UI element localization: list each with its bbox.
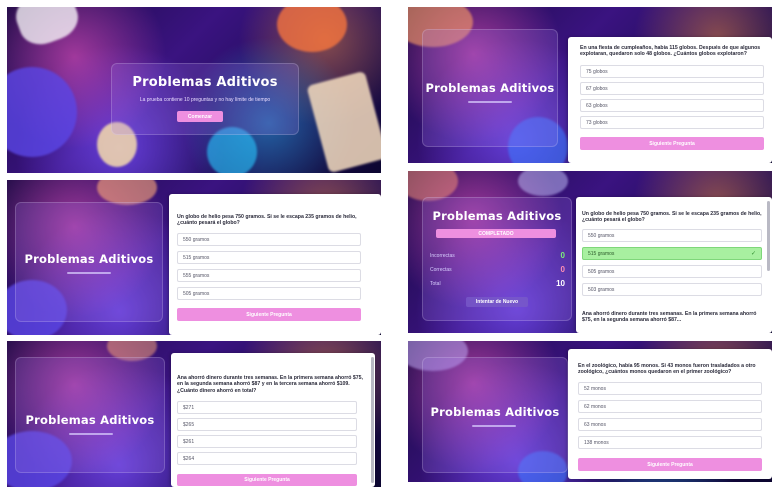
next-question-button[interactable]: Siguiente Pregunta	[177, 474, 357, 486]
start-button[interactable]: Comenzar	[177, 111, 223, 122]
next-question-preview: Ana ahorró dinero durante tres semanas. …	[582, 311, 757, 324]
answer-option[interactable]: 138 monos	[578, 436, 762, 449]
question-text: Un globo de helio pesa 750 gramos. Si se…	[582, 211, 762, 224]
answer-option[interactable]: 62 monos	[578, 400, 762, 413]
intro-subtitle: La prueba contiene 10 preguntas y no hay…	[139, 97, 271, 103]
answer-option[interactable]: 63 monos	[578, 418, 762, 431]
quiz-screen-birthday: Problemas Aditivos En una fiesta de cump…	[408, 7, 772, 163]
answer-option[interactable]: $271	[177, 401, 357, 414]
quiz-screen-result: Problemas Aditivos COMPLETADO Incorrecta…	[408, 171, 772, 333]
question-text: En el zoológico, había 95 monos. Si 43 m…	[578, 363, 756, 376]
answer-option[interactable]: 52 monos	[578, 382, 762, 395]
answer-option[interactable]: 505 gramos	[582, 265, 762, 278]
title-underline	[67, 272, 111, 274]
decor-blob	[518, 171, 568, 196]
answer-option[interactable]: 503 gramos	[582, 283, 762, 296]
stat-correct: Correctas 0	[430, 265, 565, 275]
answer-option[interactable]: 550 gramos	[177, 233, 361, 246]
retry-button[interactable]: Intentar de Nuevo	[466, 297, 528, 307]
decor-blob	[306, 70, 381, 173]
stat-label: Incorrectas	[430, 253, 455, 259]
option-label: 515 gramos	[588, 250, 615, 257]
stat-value: 0	[560, 265, 565, 274]
quiz-screen-zoo: Problemas Aditivos En el zoológico, habí…	[408, 341, 772, 482]
scrollbar[interactable]	[767, 201, 770, 271]
decor-blob	[277, 7, 347, 52]
title-underline	[472, 425, 516, 427]
quiz-screen-savings: Problemas Aditivos Ana ahorró dinero dur…	[7, 341, 381, 487]
page-title: Problemas Aditivos	[132, 75, 278, 90]
quiz-screen-balloon: Problemas Aditivos Un globo de helio pes…	[7, 180, 381, 335]
page-title: Problemas Aditivos	[430, 405, 560, 419]
stat-value: 0	[560, 251, 565, 260]
next-question-button[interactable]: Siguiente Pregunta	[580, 137, 764, 150]
title-underline	[468, 101, 512, 103]
answer-option[interactable]: $261	[177, 435, 357, 448]
question-text: En una fiesta de cumpleaños, había 115 g…	[580, 45, 761, 58]
page-title: Problemas Aditivos	[425, 81, 555, 95]
stat-label: Correctas	[430, 267, 452, 273]
page-title: Problemas Aditivos	[24, 252, 154, 266]
intro-screen: Problemas Aditivos La prueba contiene 10…	[7, 7, 381, 173]
page-title: Problemas Aditivos	[25, 413, 155, 427]
answer-option[interactable]: 75 globos	[580, 65, 764, 78]
stat-value: 10	[556, 279, 565, 288]
completed-badge: COMPLETADO	[436, 229, 556, 238]
check-icon: ✓	[750, 251, 756, 257]
answer-option-correct[interactable]: 515 gramos ✓	[582, 247, 762, 260]
answer-option[interactable]: 73 globos	[580, 116, 764, 129]
answer-option[interactable]: 555 gramos	[177, 269, 361, 282]
title-underline	[69, 433, 113, 435]
answer-option[interactable]: $264	[177, 452, 357, 465]
stat-label: Total	[430, 281, 441, 287]
answer-option[interactable]: $265	[177, 418, 357, 431]
answer-option[interactable]: 550 gramos	[582, 229, 762, 242]
stat-incorrect: Incorrectas 0	[430, 251, 565, 261]
question-text: Ana ahorró dinero durante tres semanas. …	[177, 375, 363, 394]
decor-blob	[7, 67, 77, 157]
answer-option[interactable]: 515 gramos	[177, 251, 361, 264]
scrollbar[interactable]	[371, 357, 374, 483]
answer-option[interactable]: 67 globos	[580, 82, 764, 95]
answer-option[interactable]: 505 gramos	[177, 287, 361, 300]
stat-total: Total 10	[430, 279, 565, 289]
next-question-button[interactable]: Siguiente Pregunta	[578, 458, 762, 471]
question-text: Un globo de helio pesa 750 gramos. Si se…	[177, 214, 357, 227]
page-title: Problemas Aditivos	[432, 209, 562, 223]
answer-option[interactable]: 63 globos	[580, 99, 764, 112]
decor-blob	[10, 7, 84, 51]
next-question-button[interactable]: Siguiente Pregunta	[177, 308, 361, 321]
